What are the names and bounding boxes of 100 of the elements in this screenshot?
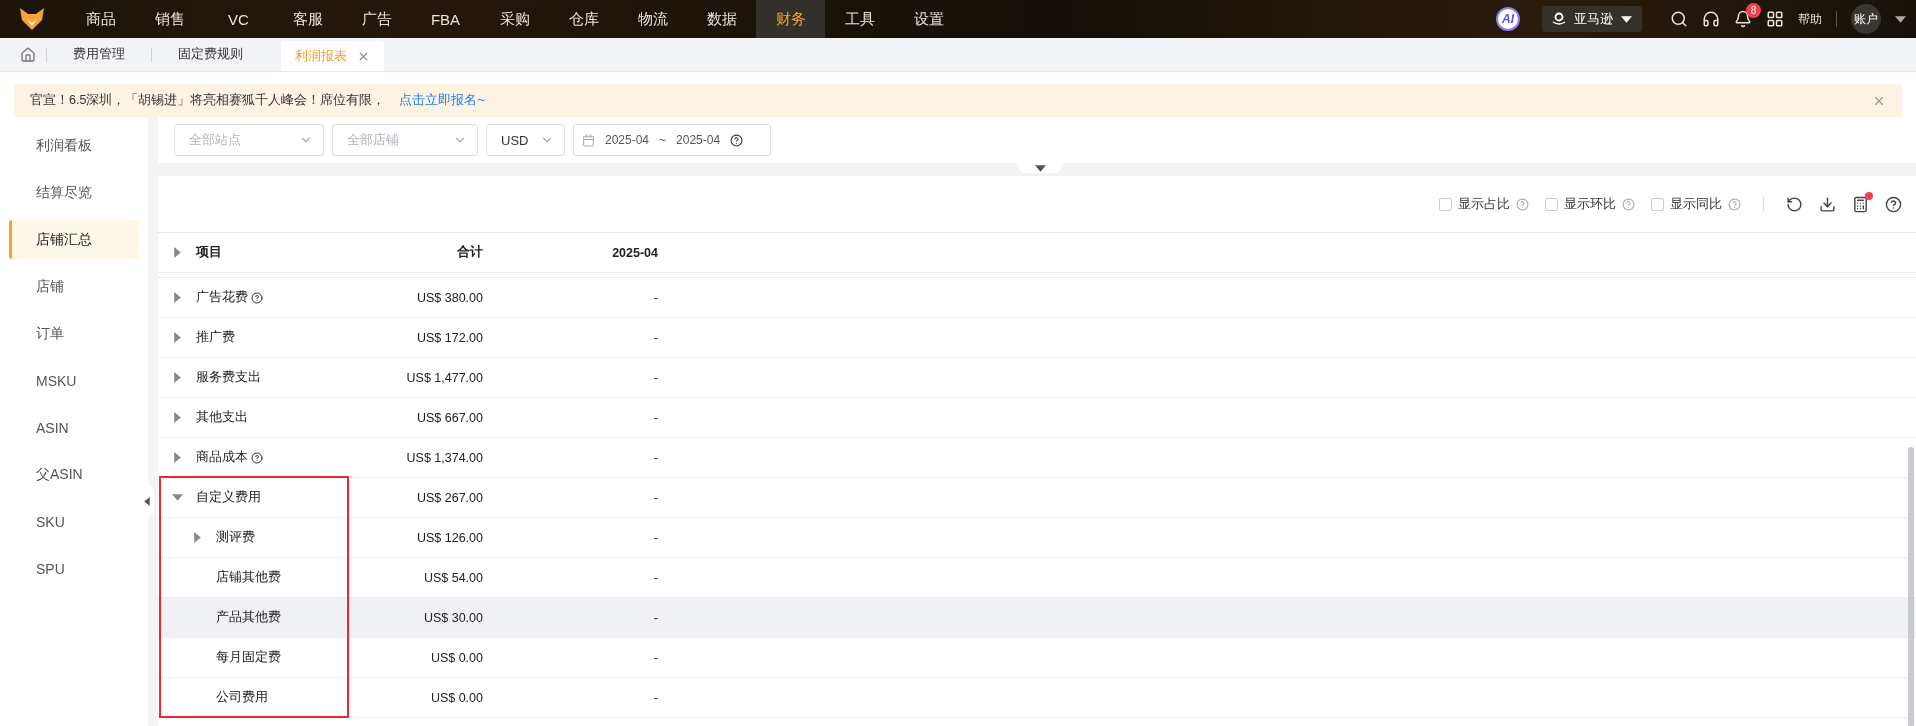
sidebar-item[interactable]: ASIN	[9, 408, 139, 447]
expand-arrow-icon[interactable]	[172, 412, 183, 423]
apps-grid-icon[interactable]	[1766, 10, 1784, 28]
nav-item[interactable]: 仓库	[549, 0, 618, 38]
table-cell-text: -	[652, 650, 659, 665]
checkbox[interactable]	[1545, 197, 1558, 211]
table-cell-text: US$ 30.00	[422, 610, 484, 625]
sidebar-item[interactable]: 店铺汇总	[9, 220, 139, 259]
table-cell-text: -	[652, 570, 659, 585]
help-icon[interactable]	[251, 291, 263, 304]
help-link[interactable]: 帮助	[1798, 10, 1822, 28]
row-label: 公司费用	[216, 689, 268, 706]
download-icon[interactable]	[1819, 195, 1836, 213]
collapse-filters-handle[interactable]	[1018, 163, 1062, 173]
caret-icon[interactable]	[1895, 13, 1906, 25]
nav-item[interactable]: 客服	[273, 0, 342, 38]
option-label: 显示占比	[1458, 195, 1510, 213]
expand-arrow-icon[interactable]	[172, 452, 183, 463]
bell-icon[interactable]	[1734, 10, 1752, 28]
search-icon[interactable]	[1670, 10, 1688, 28]
nav-item[interactable]: 物流	[618, 0, 687, 38]
sidebar-item[interactable]: 结算尽览	[9, 173, 139, 212]
sidebar-item[interactable]: SPU	[9, 549, 139, 588]
nav-item[interactable]: 广告	[342, 0, 411, 38]
calculator-icon[interactable]	[1852, 195, 1869, 213]
table-row[interactable]: 产品其他费 US$ 30.00 -	[158, 598, 1916, 638]
nav-item[interactable]: 设置	[894, 0, 963, 38]
refresh-icon[interactable]	[1786, 195, 1803, 213]
nav-item[interactable]: 采购	[480, 0, 549, 38]
table-cell-text: US$ 172.00	[415, 330, 484, 345]
row-label: 商品成本	[196, 449, 248, 466]
headset-icon[interactable]	[1702, 10, 1720, 28]
caret-icon[interactable]	[141, 495, 153, 507]
checkbox[interactable]	[1651, 197, 1664, 211]
column-header: 项目	[196, 244, 222, 261]
signup-link[interactable]: 点击立即报名~	[399, 92, 485, 109]
page-tab[interactable]: 固定费规则	[164, 37, 257, 71]
column-header: 合计	[456, 244, 484, 261]
date-range-field[interactable]: 2025-04 ~ 2025-04	[573, 124, 771, 156]
table-cell-text: -	[652, 610, 659, 625]
row-label: 推广费	[196, 329, 235, 346]
table-cell-text: US$ 126.00	[415, 530, 484, 545]
caret-icon[interactable]	[1621, 13, 1632, 25]
nav-item[interactable]: 商品	[66, 0, 135, 38]
nav-item[interactable]: 工具	[825, 0, 894, 38]
nav-item[interactable]: VC	[204, 0, 273, 38]
account-avatar[interactable]: 账户	[1851, 4, 1881, 34]
table-cell-text: US$ 1,374.00	[405, 450, 484, 465]
currency-select[interactable]: USD	[486, 124, 565, 156]
expand-arrow-icon[interactable]	[192, 532, 203, 543]
expand-arrow-icon[interactable]	[172, 292, 183, 303]
help-icon[interactable]	[1885, 195, 1902, 213]
row-label: 服务费支出	[196, 369, 261, 386]
sidebar-item[interactable]: 父ASIN	[9, 455, 139, 494]
option-label: 显示环比	[1564, 195, 1616, 213]
row-label: 广告花费	[196, 289, 248, 306]
sidebar-item[interactable]: 店铺	[9, 267, 139, 306]
home-icon[interactable]	[20, 46, 36, 63]
table-cell-text: US$ 1,477.00	[405, 370, 484, 385]
sidebar-item[interactable]: MSKU	[9, 361, 139, 400]
row-label: 产品其他费	[216, 609, 281, 626]
expand-arrow-icon[interactable]	[172, 492, 183, 503]
row-label: 店铺其他费	[216, 569, 281, 586]
row-label: 自定义费用	[196, 489, 261, 506]
notification-badge: 8	[1746, 3, 1761, 18]
page-tab[interactable]: 费用管理	[59, 37, 139, 71]
nav-item[interactable]: 财务	[756, 0, 825, 38]
nav-item[interactable]: FBA	[411, 0, 480, 38]
table-cell-text: US$ 54.00	[422, 570, 484, 585]
table-cell-text: US$ 380.00	[415, 290, 484, 305]
sidebar-item[interactable]: SKU	[9, 502, 139, 541]
table-cell-text: -	[652, 410, 659, 425]
calendar-icon	[582, 133, 595, 147]
fox-logo[interactable]	[20, 8, 44, 30]
table-cell-text: -	[652, 370, 659, 385]
expand-arrow-icon[interactable]	[172, 372, 183, 383]
row-label: 每月固定费	[216, 649, 281, 666]
table-cell-text: -	[652, 330, 659, 345]
column-header: 2025-04	[611, 245, 659, 260]
option-label: 显示同比	[1670, 195, 1722, 213]
sidebar-item[interactable]: 订单	[9, 314, 139, 353]
table-cell-text: US$ 667.00	[415, 410, 484, 425]
expand-arrow-icon[interactable]	[172, 332, 183, 343]
help-icon[interactable]	[730, 133, 744, 147]
table-cell-text: US$ 0.00	[429, 650, 484, 665]
nav-item[interactable]: 数据	[687, 0, 756, 38]
table-cell-text: US$ 267.00	[415, 490, 484, 505]
help-icon[interactable]	[251, 451, 263, 464]
row-label: 其他支出	[196, 409, 248, 426]
platform-dropdown[interactable]: 亚马逊	[1542, 6, 1642, 32]
nav-item[interactable]: 销售	[135, 0, 204, 38]
table-cell-text: -	[652, 690, 659, 705]
table-cell-text: US$ 0.00	[429, 690, 484, 705]
table-cell-text: -	[652, 490, 659, 505]
table-cell-text: -	[652, 530, 659, 545]
checkbox[interactable]	[1439, 197, 1452, 211]
sidebar-item[interactable]: 利润看板	[9, 126, 139, 165]
expand-arrow-icon[interactable]	[172, 247, 183, 258]
scrollbar[interactable]	[1908, 447, 1914, 726]
ai-button[interactable]: AI	[1496, 7, 1520, 31]
